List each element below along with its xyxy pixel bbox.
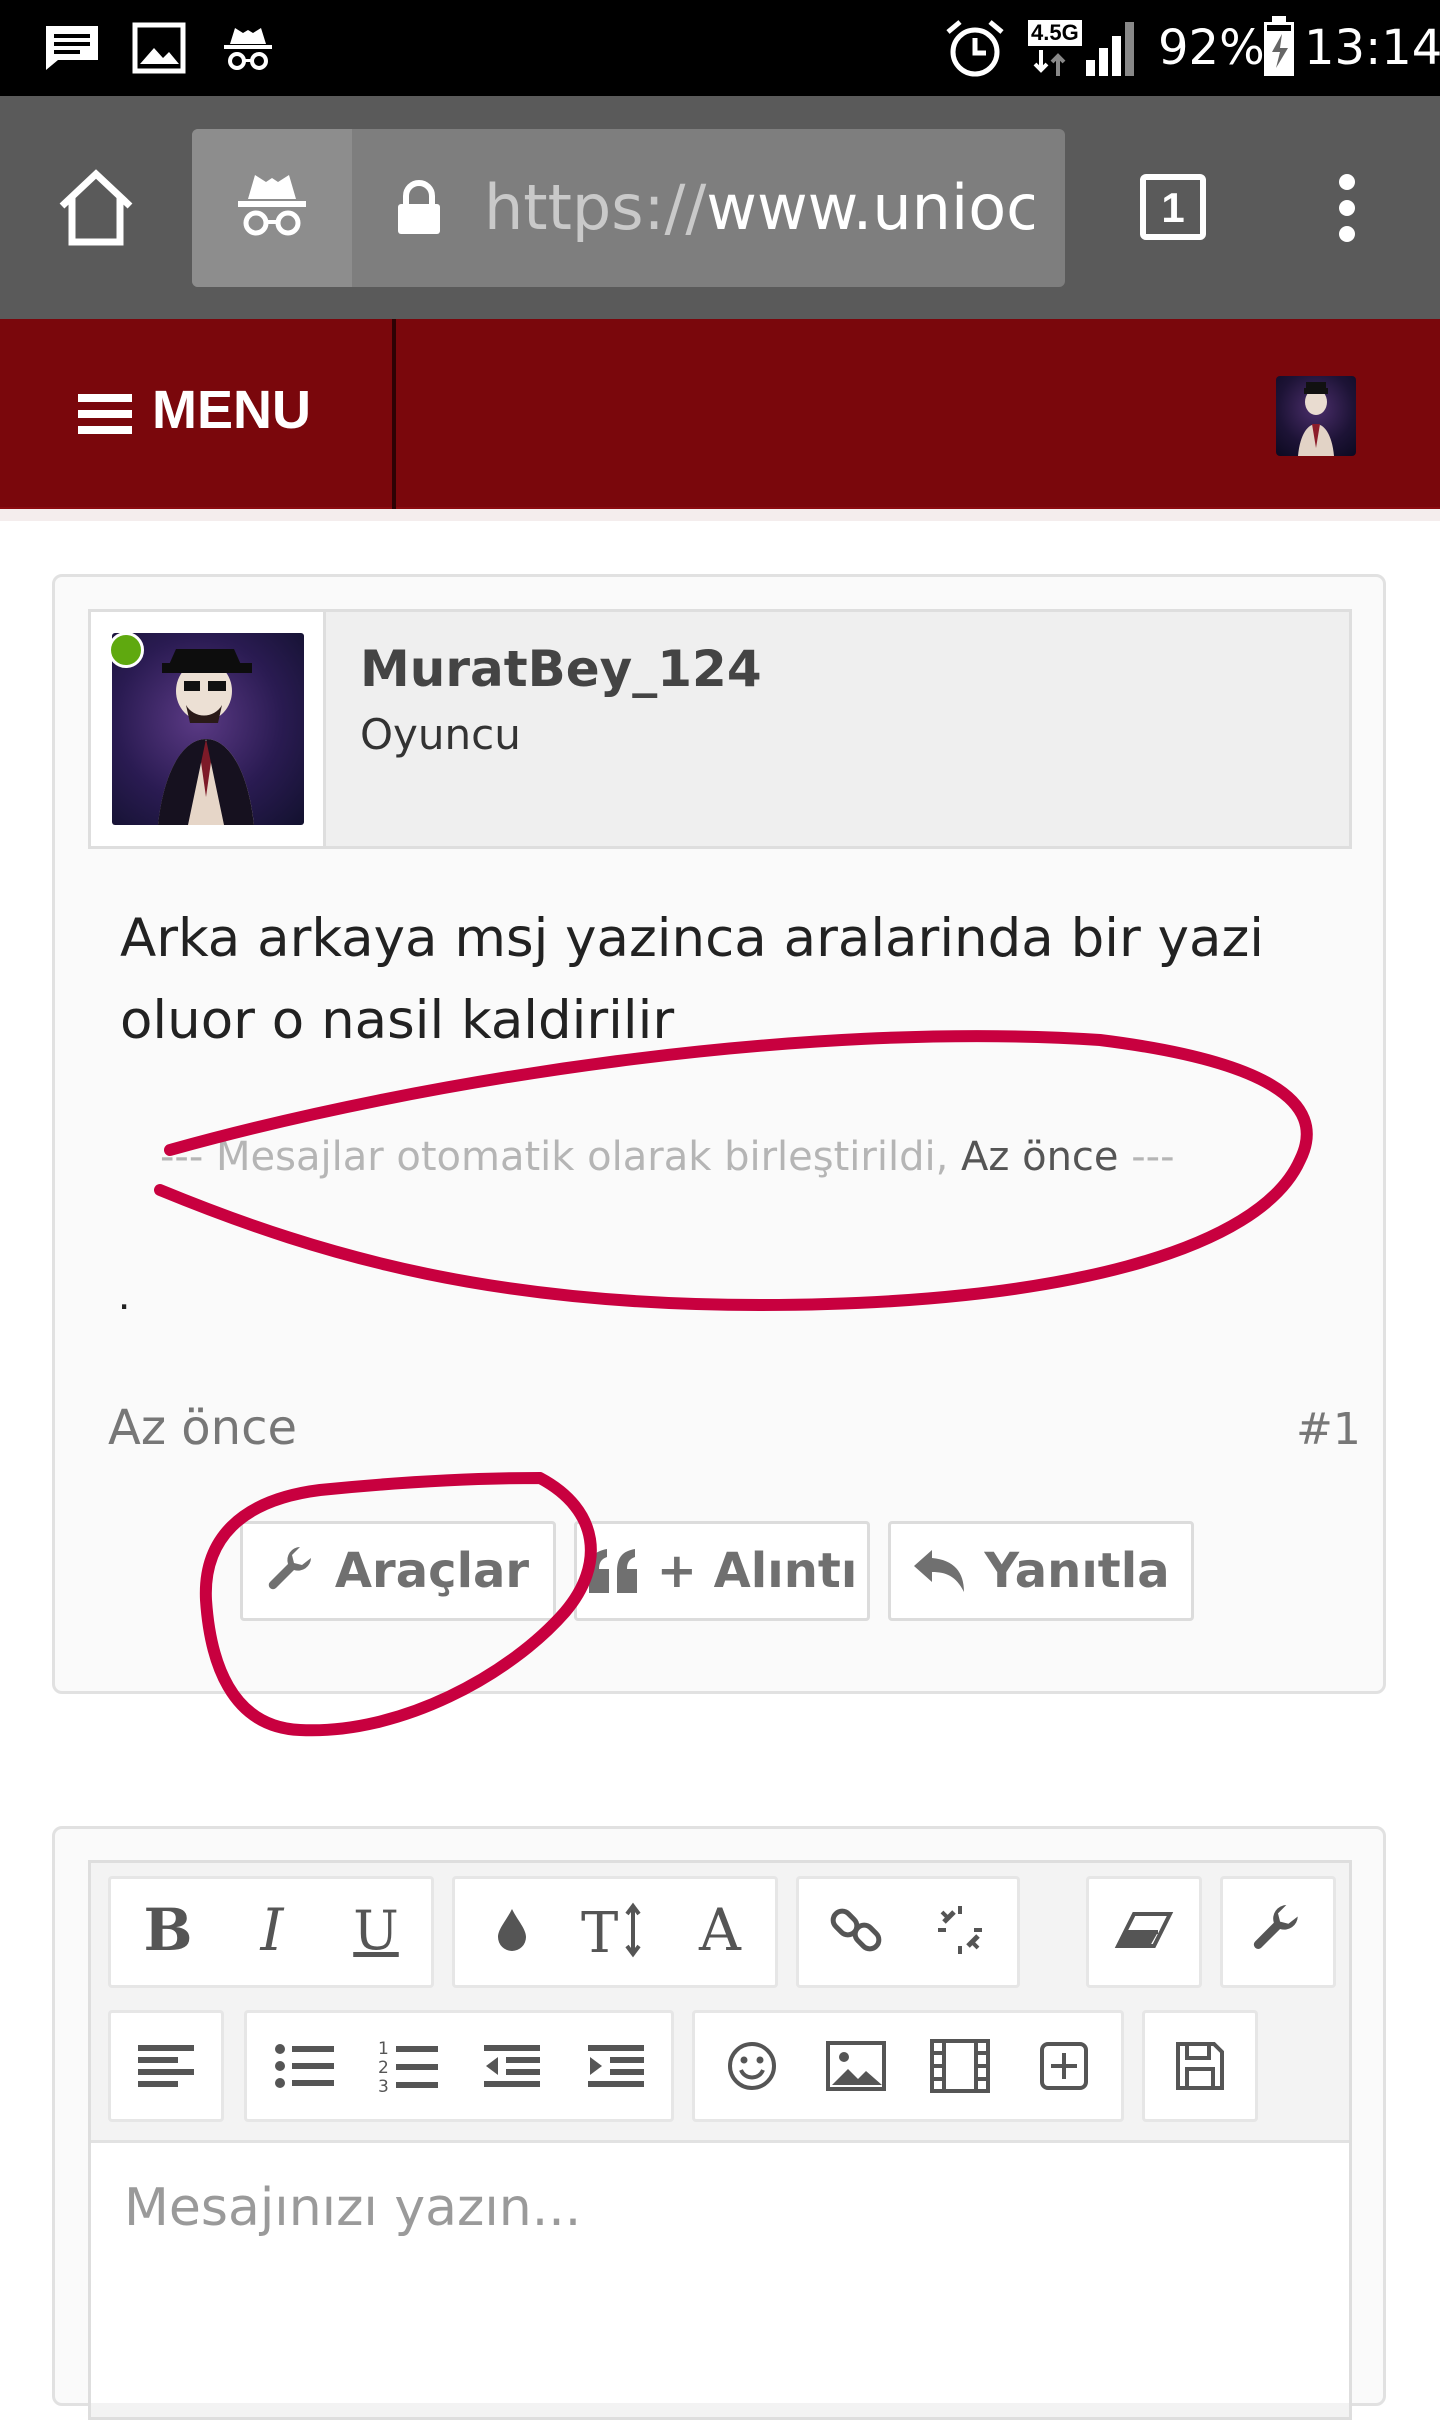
alarm-icon [946,20,1004,77]
insert-media-button[interactable] [920,2026,1000,2106]
data-arrows-icon [1033,50,1066,76]
unlink-icon [938,1906,982,1954]
eraser-icon [1114,1912,1174,1948]
avatar-figure-icon [1298,382,1334,456]
svg-text:1: 1 [378,2039,389,2059]
merge-notice-time: Az önce [961,1134,1119,1180]
color-drop-icon [498,1909,526,1951]
username-link[interactable]: MuratBey_124 [360,640,762,698]
incognito-icon [238,175,306,236]
indent-button[interactable] [576,2026,656,2106]
align-left-button[interactable] [126,2026,206,2106]
online-status-indicator [108,632,144,668]
menu-label: MENU [152,380,311,440]
user-avatar-nav[interactable] [1276,376,1356,456]
clock: 13:14 [1304,20,1440,76]
battery-charging-icon [1264,16,1294,76]
outdent-icon [484,2045,540,2087]
avatar-figure-icon [158,649,254,825]
quote-icon [588,1549,637,1593]
status-bar: 4.5G 92% 13:14 [0,0,1440,96]
italic-button[interactable]: I [232,1890,312,1970]
post-message: Arka arkaya msj yazinca aralarinda bir y… [120,908,1265,1051]
wrench-icon [268,1547,311,1590]
incognito-indicator [192,129,352,287]
merge-notice-prefix: --- Mesajlar otomatik olarak birleştiril… [160,1134,949,1180]
text-color-button[interactable] [472,1890,552,1970]
reply-icon [914,1550,965,1592]
quote-button[interactable]: + Alıntı [574,1521,870,1621]
reply-button-label: Yanıtla [984,1543,1170,1599]
url-text[interactable]: https://www.uniocra [484,160,1034,256]
url-host: www.uniocra [706,171,1034,244]
insert-more-button[interactable] [1024,2026,1104,2106]
url-scheme: https:// [484,171,707,244]
bullet-list-button[interactable] [264,2026,344,2106]
smiley-icon [728,2042,776,2090]
reply-button[interactable]: Yanıtla [888,1521,1194,1621]
tools-button-label: Araçlar [334,1543,530,1599]
more-vert-icon[interactable] [1332,172,1362,244]
tab-switcher-button[interactable]: 1 [1140,174,1206,240]
merge-notice-suffix: --- [1131,1134,1175,1180]
post-permalink[interactable]: #1 [1296,1404,1361,1455]
save-draft-icon [1176,2042,1224,2090]
wrench-icon [1253,1905,1298,1949]
tools-button[interactable]: Araçlar [240,1521,556,1621]
network-type: 4.5G [1028,20,1082,46]
svg-text:T: T [581,1901,618,1960]
lock-icon [398,180,440,234]
insert-icon [1040,2042,1088,2090]
editor-tools-button[interactable] [1238,1890,1318,1970]
underline-button[interactable]: U [336,1890,416,1970]
svg-text:3: 3 [378,2077,389,2094]
font-size-button[interactable]: T [576,1890,656,1970]
merge-notice: --- Mesajlar otomatik olarak birleştiril… [160,1134,1260,1180]
post-timestamp[interactable]: Az önce [108,1400,297,1456]
numbered-list-button[interactable]: 123 [368,2026,448,2106]
link-icon [830,1908,882,1952]
numbered-list-icon: 123 [378,2039,438,2094]
battery-percent: 92% [1158,20,1265,76]
avatar[interactable] [112,633,304,825]
smilie-button[interactable] [712,2026,792,2106]
user-title: Oyuncu [360,710,521,759]
svg-text:2: 2 [378,2058,389,2078]
unlink-button[interactable] [920,1890,1000,1970]
nav-divider [392,319,396,509]
media-icon [930,2039,990,2093]
bullet-list-icon [275,2044,334,2088]
outdent-button[interactable] [472,2026,552,2106]
bold-button[interactable]: B [128,1890,208,1970]
link-button[interactable] [816,1890,896,1970]
quote-button-label: + Alıntı [656,1543,858,1599]
incognito-icon [224,28,272,70]
post-message-merged: . [118,1270,131,1319]
message-icon [46,26,98,70]
insert-image-button[interactable] [816,2026,896,2106]
font-size-icon: T [581,1901,641,1960]
image-icon [132,22,186,74]
align-left-icon [138,2045,194,2087]
signal-icon [1086,22,1134,76]
remove-format-button[interactable] [1104,1890,1184,1970]
image-icon [826,2041,886,2091]
home-icon[interactable] [56,168,136,248]
hamburger-icon [78,386,132,442]
nav-shadow [0,509,1440,521]
save-draft-button[interactable] [1160,2026,1240,2106]
message-placeholder: Mesajınızı yazın... [124,2178,582,2238]
menu-button[interactable]: MENU [78,370,311,450]
font-family-button[interactable]: A [680,1890,760,1970]
indent-icon [588,2045,644,2087]
